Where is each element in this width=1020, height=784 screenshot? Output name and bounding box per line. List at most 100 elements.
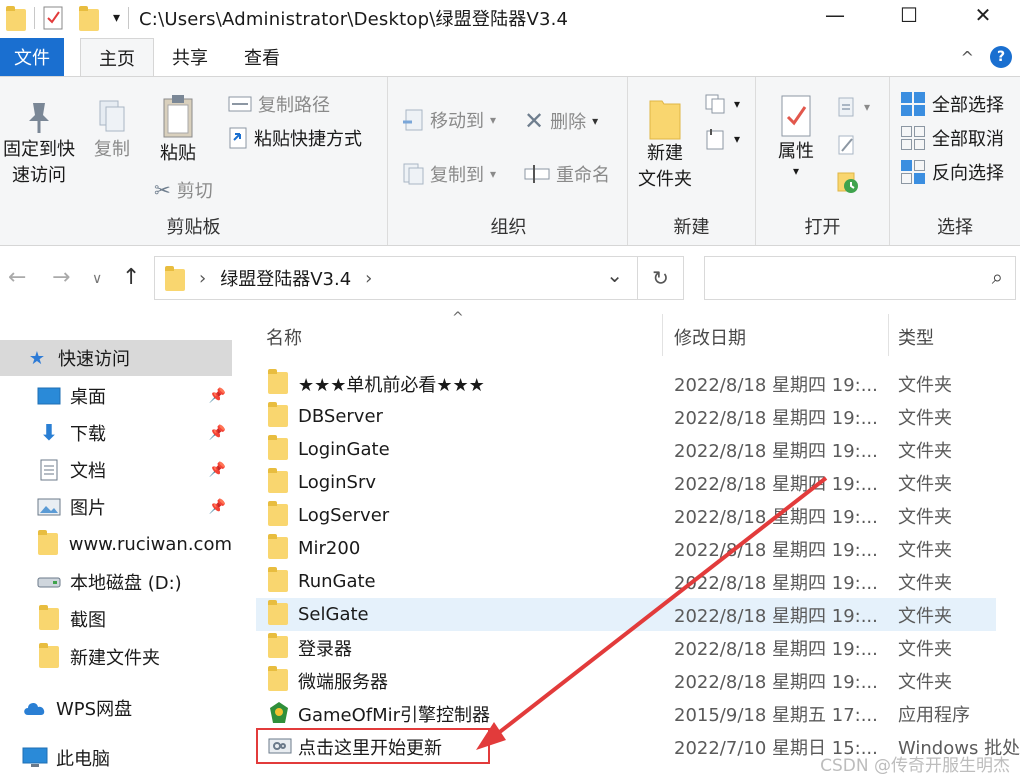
copy-button[interactable]: 复制 — [84, 97, 140, 163]
table-row[interactable]: LoginSrv 2022/8/18 星期四 19:... 文件夹 — [256, 466, 1016, 499]
group-label-select: 选择 — [937, 217, 973, 238]
properties-button[interactable]: 属性 ▾ — [770, 93, 822, 177]
sidebar-item-label: 图片 — [70, 498, 106, 519]
copy-to-label: 复制到 — [430, 165, 484, 186]
file-date: 2022/8/18 星期四 19:... — [674, 638, 878, 660]
pin-icon[interactable]: 📌 — [209, 388, 226, 404]
column-divider[interactable] — [888, 314, 889, 356]
group-select: 全部选择 全部取消 反向选择 选择 — [890, 77, 1020, 245]
file-name: Mir200 — [298, 538, 361, 559]
cut-button[interactable]: ✂ 剪切 — [154, 177, 213, 203]
breadcrumb-separator[interactable]: › — [365, 268, 372, 289]
table-row[interactable]: 微端服务器 2022/8/18 星期四 19:... 文件夹 — [256, 664, 1016, 697]
paste-shortcut-icon — [229, 127, 247, 149]
easy-access-button[interactable]: ▾ — [704, 127, 740, 151]
sidebar-item-downloads[interactable]: ⬇ 下载 📌 — [0, 415, 232, 451]
chevron-down-icon: ▾ — [864, 100, 871, 114]
tab-share[interactable]: 共享 — [154, 38, 226, 76]
sidebar-item-ruciwan[interactable]: www.ruciwan.com — [0, 526, 232, 562]
edit-button[interactable] — [836, 133, 858, 157]
select-none-button[interactable]: 全部取消 — [900, 125, 1004, 151]
minimize-button[interactable]: — — [798, 0, 872, 30]
sidebar-item-new-folder[interactable]: 新建文件夹 — [0, 639, 232, 675]
sidebar-item-documents[interactable]: 文档 📌 — [0, 452, 232, 488]
copy-to-button[interactable]: 复制到 ▾ — [402, 161, 496, 187]
search-input[interactable]: ⌕ — [704, 256, 1016, 300]
history-icon — [837, 172, 858, 193]
file-date: 2022/8/18 星期四 19:... — [674, 572, 878, 594]
forward-arrow-icon[interactable]: → — [52, 265, 70, 290]
sidebar-item-label: 桌面 — [70, 387, 106, 408]
invert-selection-button[interactable]: 反向选择 — [900, 159, 1004, 185]
back-arrow-icon[interactable]: ← — [8, 265, 26, 290]
history-dropdown-icon[interactable]: ∨ — [92, 271, 102, 287]
column-header-date[interactable]: 修改日期 — [674, 324, 746, 350]
collapse-ribbon-icon[interactable]: ^ — [961, 48, 974, 67]
tab-file[interactable]: 文件 — [0, 38, 64, 76]
paste-shortcut-button[interactable]: 粘贴快捷方式 — [228, 125, 362, 151]
table-row[interactable]: GameOfMir引擎控制器 2015/9/18 星期五 17:... 应用程序 — [256, 697, 1016, 730]
pin-icon[interactable]: 📌 — [209, 425, 226, 441]
customize-dropdown-icon[interactable]: ▾ — [113, 10, 120, 26]
open-button[interactable]: ▾ — [836, 95, 870, 119]
maximize-button[interactable]: ☐ — [872, 0, 946, 30]
group-label-clipboard: 剪贴板 — [166, 217, 221, 238]
folder-icon — [268, 567, 288, 592]
move-to-button[interactable]: 移动到 ▾ — [402, 107, 496, 133]
table-row[interactable]: LoginGate 2022/8/18 星期四 19:... 文件夹 — [256, 433, 1016, 466]
table-row[interactable]: LogServer 2022/8/18 星期四 19:... 文件夹 — [256, 499, 1016, 532]
breadcrumb-current[interactable]: 绿盟登陆器V3.4 — [220, 265, 351, 291]
tab-home[interactable]: 主页 — [80, 38, 154, 76]
sidebar-item-pictures[interactable]: 图片 📌 — [0, 489, 232, 525]
help-icon[interactable]: ? — [990, 46, 1012, 68]
table-row[interactable]: DBServer 2022/8/18 星期四 19:... 文件夹 — [256, 400, 1016, 433]
history-button[interactable] — [836, 171, 860, 195]
new-folder-icon[interactable] — [79, 6, 99, 31]
pin-icon[interactable]: 📌 — [209, 462, 226, 478]
folder-icon[interactable] — [6, 6, 26, 31]
download-arrow-icon: ⬇ — [39, 420, 59, 446]
tab-view[interactable]: 查看 — [226, 38, 298, 76]
table-row[interactable]: ★★★单机前必看★★★ 2022/8/18 星期四 19:... 文件夹 — [256, 367, 1016, 400]
navigation-pane: ★ 快速访问 桌面 📌 ⬇ 下载 📌 文档 📌 图片 📌 www.ruciwan… — [0, 310, 240, 784]
address-dropdown-icon[interactable]: ⌄ — [606, 263, 623, 287]
file-name: 点击这里开始更新 — [298, 738, 442, 759]
table-row[interactable]: SelGate 2022/8/18 星期四 19:... 文件夹 — [256, 598, 996, 631]
pin-quick-access-button[interactable]: 固定到快 速访问 — [0, 97, 78, 189]
copy-path-button[interactable]: 复制路径 — [228, 91, 330, 117]
sidebar-item-wps-cloud[interactable]: WPS网盘 — [0, 690, 232, 726]
watermark: CSDN @传奇开服生明杰 — [820, 756, 1010, 776]
properties-icon[interactable] — [43, 6, 63, 30]
address-bar[interactable]: › 绿盟登陆器V3.4 › ⌄ — [154, 256, 638, 300]
column-header-type[interactable]: 类型 — [898, 324, 934, 350]
folder-icon — [165, 265, 185, 291]
table-row[interactable]: RunGate 2022/8/18 星期四 19:... 文件夹 — [256, 565, 1016, 598]
up-arrow-icon[interactable]: ↑ — [122, 265, 140, 290]
cloud-icon — [22, 697, 48, 719]
sidebar-item-screenshots[interactable]: 截图 — [0, 601, 232, 637]
select-all-button[interactable]: 全部选择 — [900, 91, 1004, 117]
table-row[interactable]: 登录器 2022/8/18 星期四 19:... 文件夹 — [256, 631, 1016, 664]
sidebar-item-local-disk-d[interactable]: 本地磁盘 (D:) — [0, 564, 232, 600]
new-item-button[interactable]: ▾ — [704, 93, 740, 115]
new-folder-button[interactable]: 新建 文件夹 — [634, 95, 696, 193]
file-name: SelGate — [298, 604, 369, 625]
column-header-name[interactable]: 名称 — [266, 324, 302, 350]
breadcrumb-separator[interactable]: › — [199, 268, 206, 289]
refresh-button[interactable]: ↻ — [638, 256, 684, 300]
table-row[interactable]: Mir200 2022/8/18 星期四 19:... 文件夹 — [256, 532, 1016, 565]
copy-path-icon — [228, 96, 252, 112]
file-name: 微端服务器 — [298, 671, 388, 693]
paste-button[interactable]: 粘贴 — [150, 93, 206, 167]
pin-icon — [29, 103, 49, 133]
select-none-label: 全部取消 — [932, 129, 1004, 150]
delete-button[interactable]: ✕ 删除 ▾ — [524, 107, 598, 135]
column-divider[interactable] — [662, 314, 663, 356]
pin-icon[interactable]: 📌 — [209, 499, 226, 515]
application-icon — [270, 702, 288, 723]
rename-button[interactable]: 重命名 — [524, 161, 610, 187]
close-button[interactable]: ✕ — [946, 0, 1020, 30]
sidebar-item-desktop[interactable]: 桌面 📌 — [0, 378, 232, 414]
sidebar-item-this-pc[interactable]: 此电脑 — [0, 740, 232, 776]
sidebar-item-quick-access[interactable]: ★ 快速访问 — [0, 340, 232, 376]
